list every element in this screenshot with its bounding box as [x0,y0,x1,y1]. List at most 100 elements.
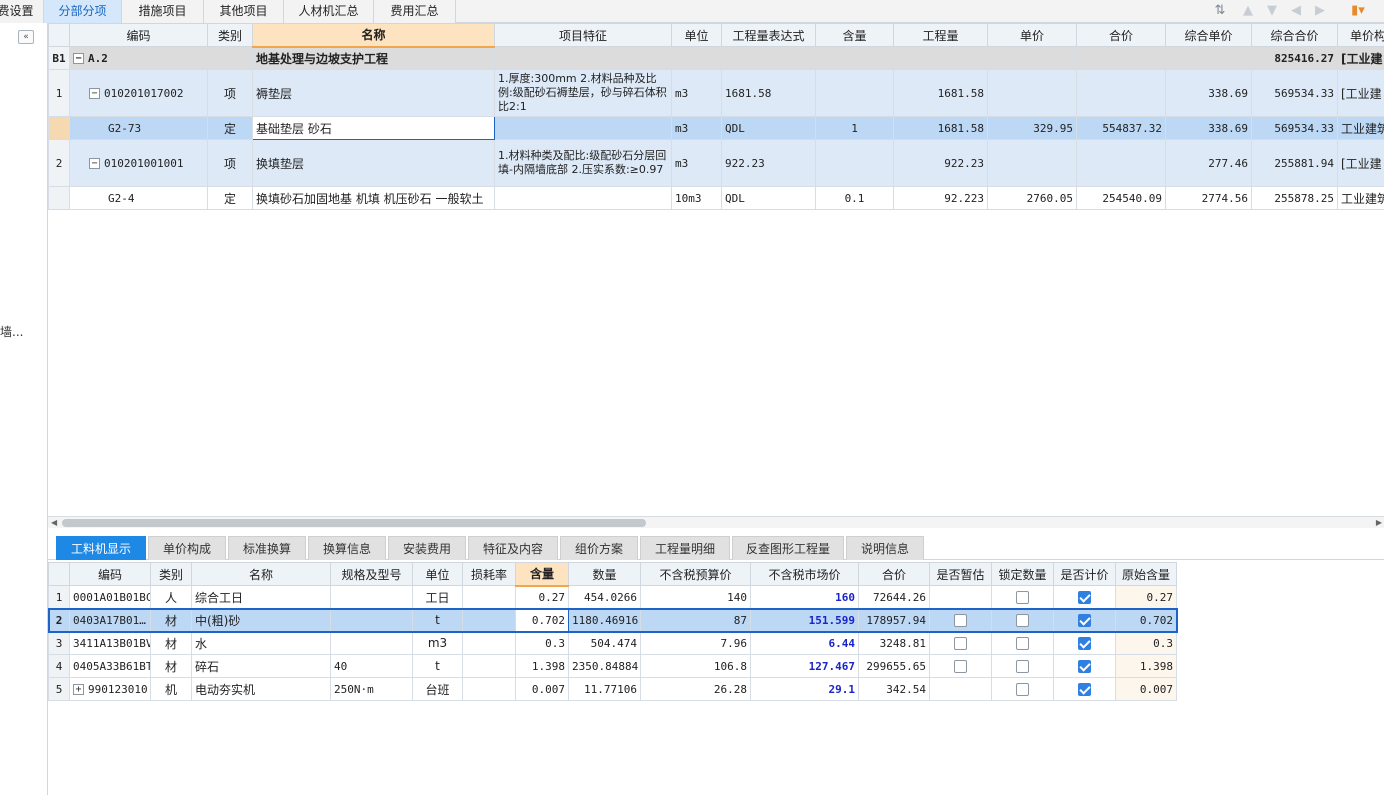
spec-cell[interactable]: 250N·m [330,677,413,701]
total-cell[interactable]: 178957.94 [858,608,930,632]
total-cell[interactable] [1076,69,1166,117]
type-cell[interactable]: 定 [207,116,253,140]
name-cell[interactable]: 碎石 [191,654,331,678]
header-total[interactable]: 合价 [1076,23,1166,47]
quantity-cell[interactable]: 11.77106 [568,677,641,701]
estimate-cell[interactable] [929,654,992,678]
code-cell[interactable]: G2-73 [69,116,208,140]
name-cell[interactable]: 换填垫层 [252,139,495,187]
header-type[interactable]: 类别 [207,23,253,47]
tab-fee-settings[interactable]: 费设置 [0,0,44,23]
table-row[interactable]: B1 − A.2 地基处理与边坡支护工程 825416.27 [工业建 [48,46,1384,70]
code-cell[interactable]: G2-4 [69,186,208,210]
qty-cell[interactable]: 1681.58 [893,69,988,117]
table-row[interactable]: 5 +990123010 机 电动夯实机 250N·m 台班 0.007 11.… [48,677,1177,701]
unit-cell[interactable]: 台班 [412,677,463,701]
unit-cell[interactable]: t [412,654,463,678]
code-cell[interactable]: 0001A01B01BC [69,585,151,609]
budget-price-cell[interactable]: 140 [640,585,751,609]
is-estimate-checkbox[interactable] [954,636,967,650]
qty-cell[interactable]: 92.223 [893,186,988,210]
lock-quantity-checkbox[interactable] [1016,613,1029,627]
comp-price-cell[interactable]: 2774.56 [1165,186,1252,210]
name-edit-cell[interactable]: 基础垫层 砂石 [252,116,495,140]
header-original-ratio[interactable]: 原始含量 [1115,562,1177,586]
name-cell[interactable]: 褥垫层 [252,69,495,117]
code-cell[interactable]: − A.2 [69,46,208,70]
unit-cell[interactable]: m3 [671,116,722,140]
type-cell[interactable] [207,46,253,70]
expand-tree-icon[interactable]: + [73,684,84,695]
is-priced-checkbox[interactable] [1078,659,1091,673]
sort-icon[interactable]: ⇅ [1212,2,1228,20]
type-cell[interactable]: 机 [150,677,192,701]
header-budget-price[interactable]: 不含税预算价 [640,562,751,586]
qty-ratio-cell[interactable] [815,46,894,70]
lock-cell[interactable] [991,608,1054,632]
lock-quantity-checkbox[interactable] [1016,590,1029,604]
header-feature[interactable]: 项目特征 [494,23,672,47]
type-cell[interactable]: 人 [150,585,192,609]
header-price[interactable]: 单价 [987,23,1077,47]
header-expr[interactable]: 工程量表达式 [721,23,816,47]
qty-ratio-cell[interactable] [815,139,894,187]
tab-cost-summary[interactable]: 费用汇总 [374,0,456,23]
expr-cell[interactable]: 1681.58 [721,69,816,117]
price-comp-cell[interactable]: 工业建筑 [1337,116,1384,140]
name-cell[interactable]: 综合工日 [191,585,331,609]
comp-total-cell[interactable]: 825416.27 [1251,46,1338,70]
price-comp-cell[interactable]: [工业建 [1337,69,1384,117]
loss-cell[interactable] [462,608,516,632]
code-cell[interactable]: −010201001001 [69,139,208,187]
lock-cell[interactable] [991,677,1054,701]
tab-reverse-graphic-quantity[interactable]: 反查图形工程量 [732,536,844,560]
table-row[interactable]: 1 0001A01B01BC 人 综合工日 工日 0.27 454.0266 1… [48,585,1177,609]
type-cell[interactable]: 材 [150,654,192,678]
original-ratio-cell[interactable]: 1.398 [1115,654,1177,678]
qty-ratio-cell[interactable] [815,69,894,117]
type-cell[interactable]: 定 [207,186,253,210]
quantity-cell[interactable]: 504.474 [568,631,641,655]
lock-cell[interactable] [991,654,1054,678]
qty-cell[interactable] [893,46,988,70]
collapse-tree-icon[interactable]: − [73,53,84,64]
price-comp-cell[interactable]: [工业建 [1337,46,1384,70]
qty-ratio-cell[interactable]: 1 [815,116,894,140]
priced-cell[interactable] [1053,585,1116,609]
tab-description[interactable]: 说明信息 [846,536,924,560]
total-cell[interactable]: 72644.26 [858,585,930,609]
type-cell[interactable]: 材 [150,608,192,632]
feature-cell[interactable] [494,46,672,70]
scrollbar-thumb[interactable] [62,519,646,527]
market-price-cell[interactable]: 29.1 [750,677,859,701]
original-ratio-cell[interactable]: 0.3 [1115,631,1177,655]
quantity-cell[interactable]: 454.0266 [568,585,641,609]
estimate-cell[interactable] [929,631,992,655]
feature-cell[interactable] [494,116,672,140]
header-comp-total[interactable]: 综合合价 [1251,23,1338,47]
spec-cell[interactable] [330,608,413,632]
table-row[interactable]: 4 0405A33B61BT 材 碎石 40 t 1.398 2350.8488… [48,654,1177,678]
tab-labor-material-summary[interactable]: 人材机汇总 [284,0,374,23]
priced-cell[interactable] [1053,677,1116,701]
tab-conversion-info[interactable]: 换算信息 [308,536,386,560]
type-cell[interactable]: 材 [150,631,192,655]
collapse-tree-icon[interactable]: − [89,88,100,99]
tab-installation-fee[interactable]: 安装费用 [388,536,466,560]
header-unit[interactable]: 单位 [412,562,463,586]
tab-unit-price-composition[interactable]: 单价构成 [148,536,226,560]
unit-cell[interactable] [671,46,722,70]
total-cell[interactable]: 342.54 [858,677,930,701]
type-cell[interactable]: 项 [207,69,253,117]
price-cell[interactable] [987,139,1077,187]
is-estimate-checkbox[interactable] [954,659,967,673]
lock-cell[interactable] [991,631,1054,655]
table-row[interactable]: G2-4 定 换填砂石加固地基 机填 机压砂石 一般软土 10m3 QDL 0.… [48,186,1384,210]
expr-cell[interactable]: 922.23 [721,139,816,187]
qty-ratio-cell[interactable]: 0.1 [815,186,894,210]
budget-price-cell[interactable]: 87 [640,608,751,632]
feature-cell[interactable] [494,186,672,210]
unit-cell[interactable]: 工日 [412,585,463,609]
code-cell[interactable]: −010201017002 [69,69,208,117]
unit-cell[interactable]: t [412,608,463,632]
